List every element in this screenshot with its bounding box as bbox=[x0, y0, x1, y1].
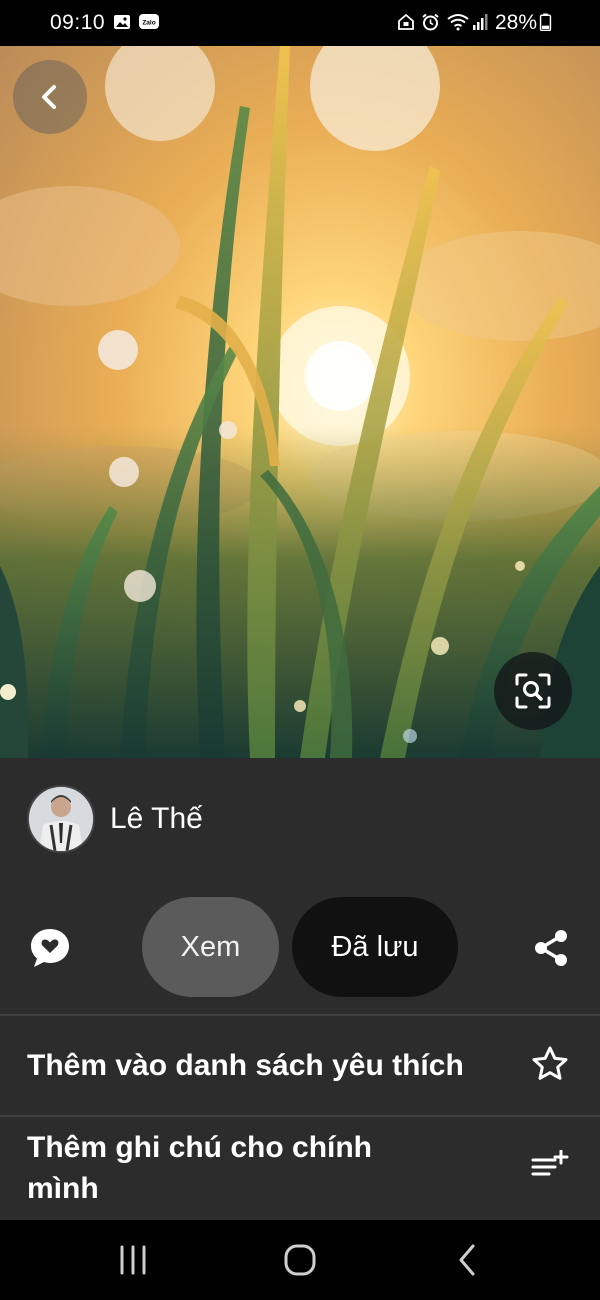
pin-artwork bbox=[0, 46, 600, 758]
wifi-icon bbox=[447, 14, 469, 31]
lens-search-icon bbox=[515, 673, 551, 709]
add-note-label-line2: mình bbox=[27, 1172, 99, 1205]
navigation-bar bbox=[0, 1220, 600, 1300]
avatar-image bbox=[29, 787, 93, 851]
status-bar: 09:10 Zalo 28% bbox=[0, 0, 600, 46]
avatar[interactable] bbox=[27, 785, 95, 853]
status-time: 09:10 bbox=[50, 11, 106, 34]
add-note-icon[interactable] bbox=[531, 1150, 569, 1182]
alarm-icon bbox=[422, 13, 439, 31]
star-icon[interactable] bbox=[531, 1045, 569, 1083]
add-to-favorites-label: Thêm vào danh sách yêu thích bbox=[27, 1049, 464, 1082]
back-nav-icon[interactable] bbox=[448, 1240, 488, 1280]
pin-image[interactable] bbox=[0, 46, 600, 758]
gallery-icon bbox=[114, 15, 130, 29]
add-note-label-line1: Thêm ghi chú cho chính bbox=[27, 1131, 372, 1164]
view-button[interactable]: Xem bbox=[142, 897, 279, 997]
saved-button[interactable]: Đã lưu bbox=[292, 897, 458, 997]
zalo-icon-text: Zalo bbox=[142, 20, 155, 27]
share-icon[interactable] bbox=[531, 928, 571, 968]
home-icon[interactable] bbox=[280, 1240, 320, 1280]
creator-name[interactable]: Lê Thế bbox=[110, 802, 203, 836]
visual-search-button[interactable] bbox=[494, 652, 572, 730]
creator-profile[interactable]: Lê Thế bbox=[27, 785, 203, 853]
signal-icon bbox=[473, 14, 488, 30]
add-note-row[interactable]: Thêm ghi chú cho chính mình bbox=[0, 1117, 600, 1220]
add-to-favorites-row[interactable]: Thêm vào danh sách yêu thích bbox=[0, 1016, 600, 1116]
comment-icon[interactable] bbox=[28, 926, 72, 970]
recent-apps-icon[interactable] bbox=[113, 1240, 153, 1280]
battery-icon bbox=[539, 13, 552, 31]
zalo-icon: Zalo bbox=[139, 14, 159, 29]
battery-percent: 28% bbox=[495, 11, 538, 34]
pin-details-panel: Lê Thế Xem Đã lưu Thêm vào danh sách yêu… bbox=[0, 758, 600, 1220]
chevron-left-icon bbox=[42, 85, 56, 109]
home-lock-icon bbox=[398, 13, 414, 30]
pin-actions: Xem Đã lưu bbox=[0, 896, 600, 998]
back-button[interactable] bbox=[13, 60, 87, 134]
